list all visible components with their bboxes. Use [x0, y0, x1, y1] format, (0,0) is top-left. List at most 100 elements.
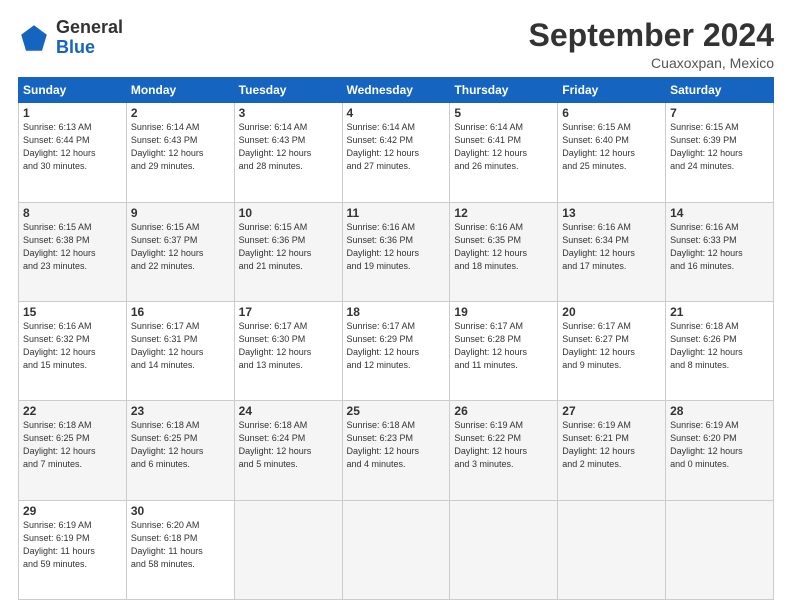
- calendar-day-7: 7Sunrise: 6:15 AM Sunset: 6:39 PM Daylig…: [666, 103, 774, 202]
- col-tuesday: Tuesday: [234, 78, 342, 103]
- day-number-3: 3: [239, 106, 338, 120]
- calendar-week-3: 15Sunrise: 6:16 AM Sunset: 6:32 PM Dayli…: [19, 301, 774, 400]
- col-thursday: Thursday: [450, 78, 558, 103]
- location: Cuaxoxpan, Mexico: [529, 55, 774, 71]
- day-number-23: 23: [131, 404, 230, 418]
- calendar-day-16: 16Sunrise: 6:17 AM Sunset: 6:31 PM Dayli…: [126, 301, 234, 400]
- day-info-18: Sunrise: 6:17 AM Sunset: 6:29 PM Dayligh…: [347, 320, 446, 372]
- day-info-3: Sunrise: 6:14 AM Sunset: 6:43 PM Dayligh…: [239, 121, 338, 173]
- day-info-9: Sunrise: 6:15 AM Sunset: 6:37 PM Dayligh…: [131, 221, 230, 273]
- col-sunday: Sunday: [19, 78, 127, 103]
- day-info-4: Sunrise: 6:14 AM Sunset: 6:42 PM Dayligh…: [347, 121, 446, 173]
- calendar-empty: [450, 500, 558, 599]
- day-info-16: Sunrise: 6:17 AM Sunset: 6:31 PM Dayligh…: [131, 320, 230, 372]
- day-number-30: 30: [131, 504, 230, 518]
- day-number-8: 8: [23, 206, 122, 220]
- day-number-25: 25: [347, 404, 446, 418]
- calendar-day-20: 20Sunrise: 6:17 AM Sunset: 6:27 PM Dayli…: [558, 301, 666, 400]
- col-wednesday: Wednesday: [342, 78, 450, 103]
- day-info-7: Sunrise: 6:15 AM Sunset: 6:39 PM Dayligh…: [670, 121, 769, 173]
- calendar-day-12: 12Sunrise: 6:16 AM Sunset: 6:35 PM Dayli…: [450, 202, 558, 301]
- calendar-day-9: 9Sunrise: 6:15 AM Sunset: 6:37 PM Daylig…: [126, 202, 234, 301]
- day-info-19: Sunrise: 6:17 AM Sunset: 6:28 PM Dayligh…: [454, 320, 553, 372]
- calendar-day-1: 1Sunrise: 6:13 AM Sunset: 6:44 PM Daylig…: [19, 103, 127, 202]
- day-info-5: Sunrise: 6:14 AM Sunset: 6:41 PM Dayligh…: [454, 121, 553, 173]
- calendar-day-22: 22Sunrise: 6:18 AM Sunset: 6:25 PM Dayli…: [19, 401, 127, 500]
- day-number-27: 27: [562, 404, 661, 418]
- day-info-20: Sunrise: 6:17 AM Sunset: 6:27 PM Dayligh…: [562, 320, 661, 372]
- day-info-14: Sunrise: 6:16 AM Sunset: 6:33 PM Dayligh…: [670, 221, 769, 273]
- calendar-week-1: 1Sunrise: 6:13 AM Sunset: 6:44 PM Daylig…: [19, 103, 774, 202]
- day-info-1: Sunrise: 6:13 AM Sunset: 6:44 PM Dayligh…: [23, 121, 122, 173]
- calendar-day-28: 28Sunrise: 6:19 AM Sunset: 6:20 PM Dayli…: [666, 401, 774, 500]
- day-info-29: Sunrise: 6:19 AM Sunset: 6:19 PM Dayligh…: [23, 519, 122, 571]
- calendar-empty: [234, 500, 342, 599]
- calendar-day-21: 21Sunrise: 6:18 AM Sunset: 6:26 PM Dayli…: [666, 301, 774, 400]
- day-number-11: 11: [347, 206, 446, 220]
- day-number-1: 1: [23, 106, 122, 120]
- day-number-21: 21: [670, 305, 769, 319]
- day-number-2: 2: [131, 106, 230, 120]
- day-info-22: Sunrise: 6:18 AM Sunset: 6:25 PM Dayligh…: [23, 419, 122, 471]
- logo-icon: [18, 22, 50, 54]
- day-info-26: Sunrise: 6:19 AM Sunset: 6:22 PM Dayligh…: [454, 419, 553, 471]
- calendar-day-3: 3Sunrise: 6:14 AM Sunset: 6:43 PM Daylig…: [234, 103, 342, 202]
- day-number-19: 19: [454, 305, 553, 319]
- day-number-16: 16: [131, 305, 230, 319]
- calendar-week-2: 8Sunrise: 6:15 AM Sunset: 6:38 PM Daylig…: [19, 202, 774, 301]
- calendar-day-4: 4Sunrise: 6:14 AM Sunset: 6:42 PM Daylig…: [342, 103, 450, 202]
- calendar-day-23: 23Sunrise: 6:18 AM Sunset: 6:25 PM Dayli…: [126, 401, 234, 500]
- day-number-28: 28: [670, 404, 769, 418]
- title-block: September 2024 Cuaxoxpan, Mexico: [529, 18, 774, 71]
- day-number-20: 20: [562, 305, 661, 319]
- calendar-day-15: 15Sunrise: 6:16 AM Sunset: 6:32 PM Dayli…: [19, 301, 127, 400]
- col-friday: Friday: [558, 78, 666, 103]
- day-info-15: Sunrise: 6:16 AM Sunset: 6:32 PM Dayligh…: [23, 320, 122, 372]
- logo: General Blue: [18, 18, 123, 58]
- calendar-day-27: 27Sunrise: 6:19 AM Sunset: 6:21 PM Dayli…: [558, 401, 666, 500]
- calendar-day-5: 5Sunrise: 6:14 AM Sunset: 6:41 PM Daylig…: [450, 103, 558, 202]
- logo-text: General Blue: [56, 18, 123, 58]
- calendar-week-5: 29Sunrise: 6:19 AM Sunset: 6:19 PM Dayli…: [19, 500, 774, 599]
- day-info-2: Sunrise: 6:14 AM Sunset: 6:43 PM Dayligh…: [131, 121, 230, 173]
- day-number-6: 6: [562, 106, 661, 120]
- col-saturday: Saturday: [666, 78, 774, 103]
- calendar-day-6: 6Sunrise: 6:15 AM Sunset: 6:40 PM Daylig…: [558, 103, 666, 202]
- calendar-empty: [666, 500, 774, 599]
- day-number-26: 26: [454, 404, 553, 418]
- day-info-30: Sunrise: 6:20 AM Sunset: 6:18 PM Dayligh…: [131, 519, 230, 571]
- day-number-14: 14: [670, 206, 769, 220]
- day-number-18: 18: [347, 305, 446, 319]
- calendar-day-29: 29Sunrise: 6:19 AM Sunset: 6:19 PM Dayli…: [19, 500, 127, 599]
- day-number-17: 17: [239, 305, 338, 319]
- page: General Blue September 2024 Cuaxoxpan, M…: [0, 0, 792, 612]
- calendar-day-30: 30Sunrise: 6:20 AM Sunset: 6:18 PM Dayli…: [126, 500, 234, 599]
- calendar-day-14: 14Sunrise: 6:16 AM Sunset: 6:33 PM Dayli…: [666, 202, 774, 301]
- calendar-day-11: 11Sunrise: 6:16 AM Sunset: 6:36 PM Dayli…: [342, 202, 450, 301]
- calendar-day-26: 26Sunrise: 6:19 AM Sunset: 6:22 PM Dayli…: [450, 401, 558, 500]
- day-info-13: Sunrise: 6:16 AM Sunset: 6:34 PM Dayligh…: [562, 221, 661, 273]
- day-info-25: Sunrise: 6:18 AM Sunset: 6:23 PM Dayligh…: [347, 419, 446, 471]
- day-info-21: Sunrise: 6:18 AM Sunset: 6:26 PM Dayligh…: [670, 320, 769, 372]
- day-info-11: Sunrise: 6:16 AM Sunset: 6:36 PM Dayligh…: [347, 221, 446, 273]
- day-number-29: 29: [23, 504, 122, 518]
- calendar-day-8: 8Sunrise: 6:15 AM Sunset: 6:38 PM Daylig…: [19, 202, 127, 301]
- day-number-10: 10: [239, 206, 338, 220]
- day-info-27: Sunrise: 6:19 AM Sunset: 6:21 PM Dayligh…: [562, 419, 661, 471]
- day-number-22: 22: [23, 404, 122, 418]
- day-number-13: 13: [562, 206, 661, 220]
- day-number-4: 4: [347, 106, 446, 120]
- calendar-day-13: 13Sunrise: 6:16 AM Sunset: 6:34 PM Dayli…: [558, 202, 666, 301]
- day-number-9: 9: [131, 206, 230, 220]
- calendar-day-10: 10Sunrise: 6:15 AM Sunset: 6:36 PM Dayli…: [234, 202, 342, 301]
- calendar-day-19: 19Sunrise: 6:17 AM Sunset: 6:28 PM Dayli…: [450, 301, 558, 400]
- day-info-17: Sunrise: 6:17 AM Sunset: 6:30 PM Dayligh…: [239, 320, 338, 372]
- calendar-day-2: 2Sunrise: 6:14 AM Sunset: 6:43 PM Daylig…: [126, 103, 234, 202]
- calendar-empty: [342, 500, 450, 599]
- calendar: Sunday Monday Tuesday Wednesday Thursday…: [18, 77, 774, 600]
- day-number-7: 7: [670, 106, 769, 120]
- day-number-24: 24: [239, 404, 338, 418]
- day-info-28: Sunrise: 6:19 AM Sunset: 6:20 PM Dayligh…: [670, 419, 769, 471]
- calendar-day-25: 25Sunrise: 6:18 AM Sunset: 6:23 PM Dayli…: [342, 401, 450, 500]
- day-number-15: 15: [23, 305, 122, 319]
